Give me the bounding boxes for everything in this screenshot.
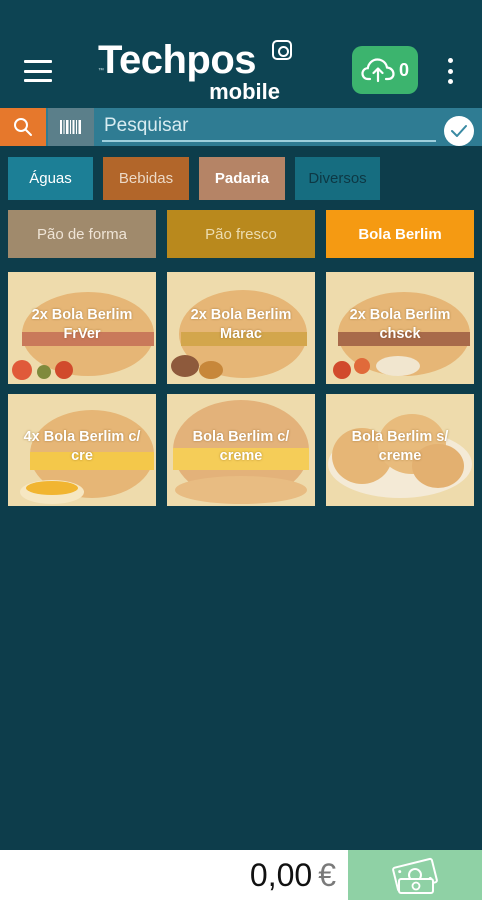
product-tile[interactable]: 2x Bola Berlim chsck bbox=[326, 272, 474, 384]
search-confirm-button[interactable] bbox=[444, 116, 474, 146]
product-label: 2x Bola Berlim FrVer bbox=[31, 307, 133, 342]
product-label: 2x Bola Berlim chsck bbox=[349, 307, 451, 342]
barcode-button[interactable] bbox=[48, 108, 94, 146]
check-icon bbox=[451, 125, 467, 137]
pay-button[interactable] bbox=[348, 850, 482, 900]
search-input[interactable] bbox=[102, 112, 436, 142]
logo-sub-text: mobile bbox=[209, 79, 280, 104]
category-padaria[interactable]: Padaria bbox=[199, 157, 285, 200]
bottom-bar: 0,00 € bbox=[0, 850, 482, 900]
product-label: 4x Bola Berlim c/ cre bbox=[23, 429, 141, 464]
cloud-upload-icon bbox=[361, 58, 395, 83]
search-icon bbox=[14, 118, 32, 136]
total-amount: 0,00 bbox=[249, 856, 313, 893]
product-tile[interactable]: 2x Bola Berlim Marac bbox=[167, 272, 315, 384]
product-tile[interactable]: Bola Berlim s/ creme bbox=[326, 394, 474, 506]
order-total: 0,00 € bbox=[180, 850, 336, 900]
barcode-icon bbox=[60, 120, 81, 134]
app-header: ™ Techpos mobile 0 bbox=[0, 0, 482, 108]
sync-count: 0 bbox=[398, 59, 409, 80]
sync-button[interactable]: 0 bbox=[352, 46, 418, 94]
cash-payment-icon bbox=[392, 857, 438, 894]
product-label: Bola Berlim s/ creme bbox=[351, 429, 449, 464]
hamburger-menu-icon[interactable] bbox=[24, 60, 52, 82]
product-tile[interactable]: Bola Berlim c/ creme bbox=[167, 394, 315, 506]
more-vertical-icon[interactable] bbox=[444, 58, 456, 84]
logo-camera-icon bbox=[272, 40, 292, 60]
subcategory-pao-fresco[interactable]: Pão fresco bbox=[167, 210, 315, 258]
search-button[interactable] bbox=[0, 108, 46, 146]
subcategory-pao-de-forma[interactable]: Pão de forma bbox=[8, 210, 156, 258]
product-label: 2x Bola Berlim Marac bbox=[190, 307, 292, 342]
subcategory-bola-berlim[interactable]: Bola Berlim bbox=[326, 210, 474, 258]
search-bar bbox=[0, 108, 482, 146]
category-bebidas[interactable]: Bebidas bbox=[103, 157, 189, 200]
currency-symbol: € bbox=[318, 856, 336, 893]
product-tile[interactable]: 4x Bola Berlim c/ cre bbox=[8, 394, 156, 506]
product-label: Bola Berlim c/ creme bbox=[192, 429, 290, 464]
logo-brand-text: Techpos bbox=[98, 38, 257, 82]
category-diversos[interactable]: Diversos bbox=[295, 157, 380, 200]
techpos-logo: ™ Techpos mobile bbox=[98, 38, 308, 104]
product-tile[interactable]: 2x Bola Berlim FrVer bbox=[8, 272, 156, 384]
category-aguas[interactable]: Águas bbox=[8, 157, 93, 200]
